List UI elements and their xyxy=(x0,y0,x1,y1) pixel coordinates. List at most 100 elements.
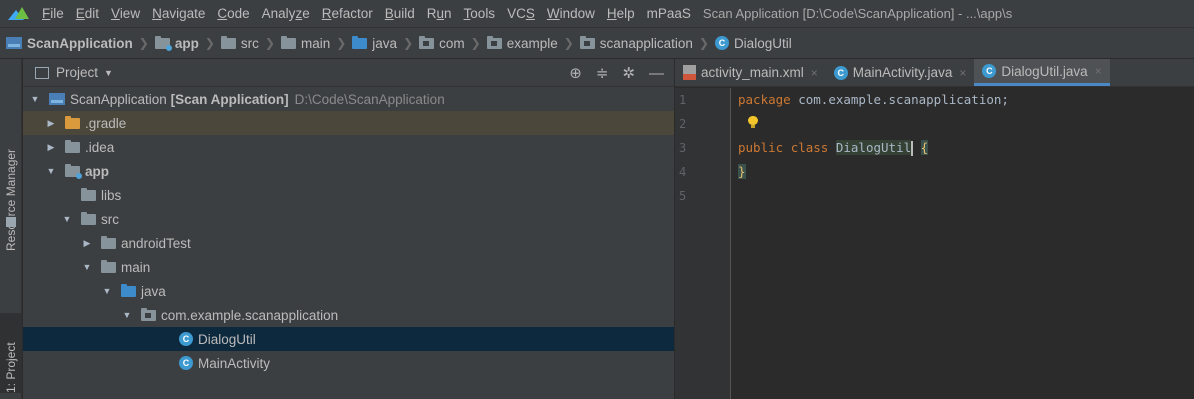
tree-row-app[interactable]: ▼ app xyxy=(23,159,674,183)
close-icon[interactable]: × xyxy=(959,66,966,80)
breadcrumb-item-app[interactable]: app ❯ xyxy=(154,35,221,51)
menu-build[interactable]: Build xyxy=(379,6,421,21)
menu-help[interactable]: Help xyxy=(601,6,641,21)
class-icon: C xyxy=(982,64,997,78)
package-icon xyxy=(419,35,435,49)
line-number: 1 xyxy=(679,93,687,107)
tree-row-main[interactable]: ▼ main xyxy=(23,255,674,279)
project-panel: Project ▼ ⊕ ≑ ✲ — ▼ ScanApplication [Sca… xyxy=(23,59,674,399)
collapsed-arrow-icon[interactable]: ▶ xyxy=(45,118,57,129)
module-folder-icon xyxy=(154,35,172,51)
breadcrumb-item-project[interactable]: ScanApplication ❯ xyxy=(6,36,155,51)
menu-window[interactable]: Window xyxy=(541,6,601,21)
menu-vcs[interactable]: VCS xyxy=(501,6,541,21)
project-panel-header: Project ▼ ⊕ ≑ ✲ — xyxy=(23,59,674,87)
tree-label: .gradle xyxy=(85,115,127,131)
expanded-arrow-icon[interactable]: ▼ xyxy=(81,262,93,272)
menu-edit[interactable]: Edit xyxy=(70,6,105,21)
menu-tools[interactable]: Tools xyxy=(458,6,502,21)
tab-dialogutil-java[interactable]: C DialogUtil.java × xyxy=(974,59,1110,86)
tab-label: activity_main.xml xyxy=(701,65,804,80)
folder-icon xyxy=(220,35,236,49)
tree-label: app xyxy=(85,163,110,179)
keyword-class: class xyxy=(790,140,829,155)
menu-code[interactable]: Code xyxy=(211,6,255,21)
code-line-2[interactable] xyxy=(738,112,1009,136)
breadcrumb-item-dialogutil[interactable]: C DialogUtil xyxy=(714,36,792,51)
menu-analyze[interactable]: Analyze xyxy=(256,6,316,21)
code-line-4[interactable]: } xyxy=(738,160,1009,184)
breadcrumb-item-java[interactable]: java ❯ xyxy=(352,35,419,51)
folder-icon xyxy=(81,211,96,225)
tree-row-gradle[interactable]: ▶ .gradle xyxy=(23,111,674,135)
tree-row-mainactivity[interactable]: C MainActivity xyxy=(23,351,674,375)
expanded-arrow-icon[interactable]: ▼ xyxy=(61,214,73,224)
close-icon[interactable]: × xyxy=(1095,64,1102,78)
minimize-icon[interactable]: — xyxy=(649,65,664,82)
resource-manager-tab[interactable]: Resource Manager xyxy=(0,121,22,251)
breadcrumb-item-scanapplication[interactable]: scanapplication ❯ xyxy=(579,35,715,51)
expanded-arrow-icon[interactable]: ▼ xyxy=(121,310,133,320)
gear-icon[interactable]: ✲ xyxy=(622,64,635,82)
tree-row-idea[interactable]: ▶ .idea xyxy=(23,135,674,159)
code-line-3[interactable]: public class DialogUtil { xyxy=(738,136,1009,160)
menu-refactor[interactable]: Refactor xyxy=(316,6,379,21)
close-brace: } xyxy=(738,164,746,179)
project-view-selector[interactable]: Project xyxy=(56,65,98,80)
folder-icon xyxy=(65,115,80,129)
chevron-right-icon: ❯ xyxy=(698,36,709,50)
breadcrumb-item-example[interactable]: example ❯ xyxy=(486,35,580,51)
dropdown-arrow-icon[interactable]: ▼ xyxy=(104,68,113,78)
keyword-public: public xyxy=(738,140,784,155)
expanded-arrow-icon[interactable]: ▼ xyxy=(29,94,41,104)
project-tool-tab[interactable]: 1: Project xyxy=(0,313,22,393)
menu-mpaas[interactable]: mPaaS xyxy=(641,6,697,21)
breadcrumb-item-main[interactable]: main ❯ xyxy=(280,35,352,51)
window-title: Scan Application [D:\Code\ScanApplicatio… xyxy=(702,6,1013,21)
panel-icon xyxy=(35,66,49,79)
tree-row-root[interactable]: ▼ ScanApplication [Scan Application] D:\… xyxy=(23,87,674,111)
folder-icon xyxy=(101,259,116,273)
tree-row-src[interactable]: ▼ src xyxy=(23,207,674,231)
expanded-arrow-icon[interactable]: ▼ xyxy=(101,286,113,296)
menu-run[interactable]: Run xyxy=(421,6,458,21)
project-icon xyxy=(6,37,22,49)
tree-row-libs[interactable]: libs xyxy=(23,183,674,207)
tab-mainactivity-java[interactable]: C MainActivity.java × xyxy=(826,59,975,86)
tree-label: main xyxy=(121,259,151,275)
package-icon xyxy=(486,35,502,49)
menu-navigate[interactable]: Navigate xyxy=(146,6,211,21)
tree-row-java[interactable]: ▼ java xyxy=(23,279,674,303)
tree-row-package[interactable]: ▼ com.example.scanapplication xyxy=(23,303,674,327)
lightbulb-icon[interactable] xyxy=(748,116,758,128)
menu-file[interactable]: File xyxy=(36,6,70,21)
tree-label: [Scan Application] xyxy=(170,91,289,107)
crosshair-icon[interactable]: ⊕ xyxy=(569,64,582,82)
close-icon[interactable]: × xyxy=(811,66,818,80)
line-number: 2 xyxy=(679,117,687,131)
menu-bar: File Edit View Navigate Code Analyze Ref… xyxy=(0,0,1194,28)
tab-activity-main-xml[interactable]: activity_main.xml × xyxy=(675,59,826,86)
code-line-1[interactable]: package com.example.scanapplication; xyxy=(738,88,1009,112)
expanded-arrow-icon[interactable]: ▼ xyxy=(45,166,57,176)
class-name: DialogUtil xyxy=(835,140,912,155)
collapsed-arrow-icon[interactable]: ▶ xyxy=(45,142,57,153)
tree-row-androidtest[interactable]: ▶ androidTest xyxy=(23,231,674,255)
text-caret xyxy=(911,141,914,156)
tree-row-dialogutil[interactable]: C DialogUtil xyxy=(23,327,674,351)
tree-label: com.example.scanapplication xyxy=(161,307,339,323)
class-icon: C xyxy=(179,356,193,370)
folder-icon xyxy=(101,235,116,249)
collapse-all-icon[interactable]: ≑ xyxy=(596,64,609,82)
breadcrumb-item-com[interactable]: com ❯ xyxy=(419,35,487,51)
breadcrumb-item-src[interactable]: src ❯ xyxy=(220,35,281,51)
menu-view[interactable]: View xyxy=(105,6,146,21)
collapsed-arrow-icon[interactable]: ▶ xyxy=(81,238,93,249)
line-number: 3 xyxy=(679,141,687,155)
line-number: 4 xyxy=(679,165,687,179)
source-folder-icon xyxy=(121,283,136,297)
tree-label: java xyxy=(141,283,166,299)
line-number-gutter: 1 2 3 4 5 xyxy=(675,88,731,399)
code-line-5[interactable] xyxy=(738,184,1009,208)
code-area[interactable]: package com.example.scanapplication; pub… xyxy=(738,88,1009,208)
